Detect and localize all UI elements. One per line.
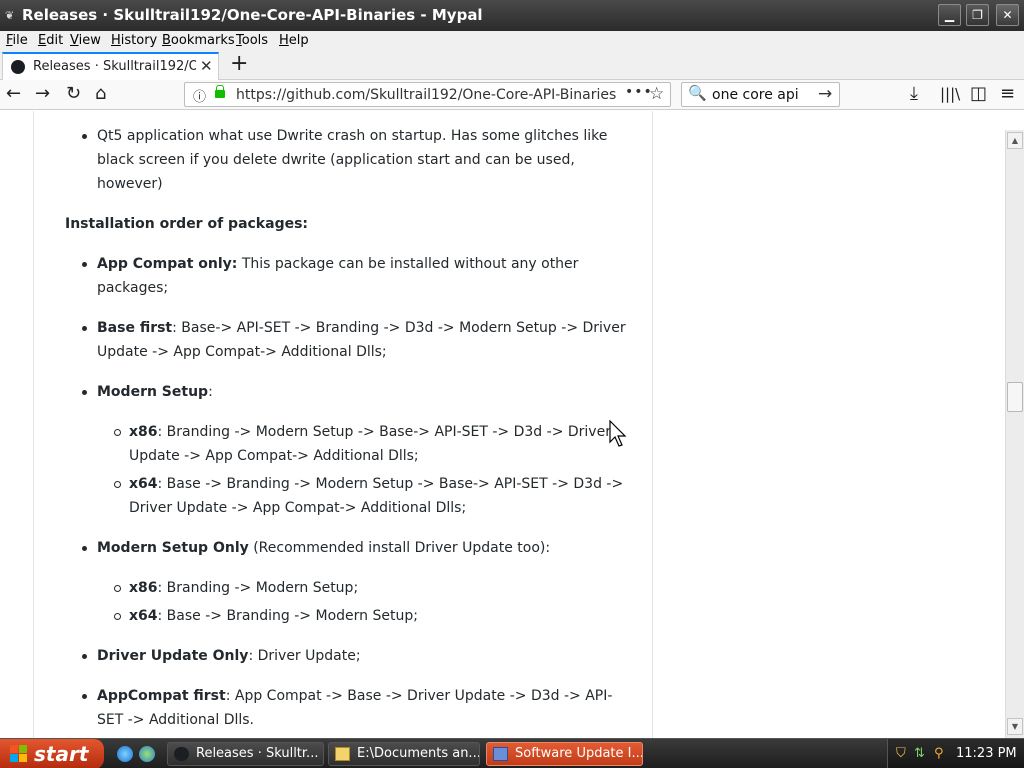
tab-releases[interactable]: Releases · Skulltrail192/One-Core-API-Bi… bbox=[2, 52, 219, 80]
github-icon bbox=[11, 60, 25, 74]
tab-title: Releases · Skulltrail192/One-Core-API-Bi… bbox=[33, 59, 196, 74]
mypal-task-icon bbox=[174, 747, 189, 761]
list-item: Qt5 application what use Dwrite crash on… bbox=[82, 124, 627, 196]
system-tray: ⛉ ⇅ ⚲ 11:23 PM bbox=[887, 739, 1024, 768]
task-software-update[interactable]: Software Update I... bbox=[486, 742, 643, 766]
clock: 11:23 PM bbox=[956, 746, 1017, 761]
content-border-left bbox=[33, 111, 34, 738]
url-bar[interactable]: ⓘ https://github.com/Skulltrail192/One-C… bbox=[184, 82, 671, 107]
vertical-scrollbar[interactable]: ▲ ▼ bbox=[1005, 130, 1024, 738]
lock-icon bbox=[215, 85, 225, 98]
content-border-right bbox=[652, 111, 653, 738]
page-content: Qt5 application what use Dwrite crash on… bbox=[0, 111, 1005, 738]
scrollbar-thumb[interactable] bbox=[1007, 382, 1023, 412]
sidebar-icon[interactable]: ◫ bbox=[970, 83, 987, 105]
reload-button[interactable]: ↻ bbox=[66, 83, 81, 105]
menu-file[interactable]: File bbox=[6, 33, 28, 48]
bookmark-star-icon[interactable]: ☆ bbox=[649, 84, 664, 104]
installation-order-heading: Installation order of packages: bbox=[65, 216, 309, 232]
library-icon[interactable]: |||\ bbox=[940, 83, 960, 105]
task-releases[interactable]: Releases · Skulltr... bbox=[167, 742, 324, 766]
sub-list-item: x86: Branding -> Modern Setup; bbox=[114, 576, 629, 600]
list-item: AppCompat first: App Compat -> Base -> D… bbox=[82, 684, 627, 732]
menu-tools[interactable]: Tools bbox=[236, 33, 268, 48]
scroll-down-arrow-icon[interactable]: ▼ bbox=[1007, 718, 1023, 735]
taskbar: start Releases · Skulltr... E:\Documents… bbox=[0, 738, 1024, 768]
menu-bar: File Edit View History Bookmarks Tools H… bbox=[0, 31, 1024, 51]
browser-quicklaunch-icon[interactable] bbox=[139, 746, 155, 762]
menu-help[interactable]: Help bbox=[279, 33, 309, 48]
menu-edit[interactable]: Edit bbox=[38, 33, 63, 48]
mouse-cursor-icon bbox=[609, 420, 627, 447]
list-item: Modern Setup Only (Recommended install D… bbox=[82, 536, 627, 560]
home-button[interactable]: ⌂ bbox=[95, 83, 106, 105]
list-item: Driver Update Only: Driver Update; bbox=[82, 644, 627, 668]
menu-history[interactable]: History bbox=[111, 33, 157, 48]
sub-list-item: x64: Base -> Branding -> Modern Setup; bbox=[114, 604, 629, 628]
folder-icon bbox=[335, 747, 350, 761]
search-go-arrow-icon[interactable]: → bbox=[818, 84, 832, 104]
forward-button[interactable]: → bbox=[35, 83, 50, 105]
list-item: Modern Setup: bbox=[82, 380, 627, 404]
close-tab-icon[interactable]: ✕ bbox=[200, 57, 213, 75]
update-tray-icon[interactable]: ⚲ bbox=[934, 746, 944, 761]
menu-view[interactable]: View bbox=[70, 33, 101, 48]
search-input[interactable]: one core api bbox=[712, 87, 799, 103]
start-button[interactable]: start bbox=[0, 739, 104, 768]
new-tab-button[interactable]: + bbox=[230, 52, 248, 76]
internet-explorer-icon[interactable] bbox=[117, 746, 133, 762]
list-item: Base first: Base-> API-SET -> Branding -… bbox=[82, 316, 627, 364]
search-bar[interactable]: 🔍 one core api → bbox=[681, 82, 840, 107]
software-update-icon bbox=[493, 747, 508, 761]
menu-hamburger-icon[interactable]: ≡ bbox=[1000, 83, 1015, 105]
sub-list-item: x64: Base -> Branding -> Modern Setup ->… bbox=[114, 472, 629, 520]
task-explorer[interactable]: E:\Documents an... bbox=[328, 742, 480, 766]
close-window-button[interactable]: ✕ bbox=[996, 4, 1019, 26]
scroll-up-arrow-icon[interactable]: ▲ bbox=[1007, 132, 1023, 149]
sub-list-item: x86: Branding -> Modern Setup -> Base-> … bbox=[114, 420, 629, 468]
window-titlebar[interactable]: ❦ Releases · Skulltrail192/One-Core-API-… bbox=[0, 0, 1024, 31]
list-item: App Compat only: This package can be ins… bbox=[82, 252, 627, 300]
mypal-app-icon: ❦ bbox=[5, 9, 15, 22]
window-title: Releases · Skulltrail192/One-Core-API-Bi… bbox=[22, 6, 483, 24]
menu-bookmarks[interactable]: Bookmarks bbox=[162, 33, 235, 48]
network-icon[interactable]: ⇅ bbox=[914, 746, 925, 761]
url-text[interactable]: https://github.com/Skulltrail192/One-Cor… bbox=[236, 87, 616, 103]
windows-flag-icon bbox=[10, 745, 28, 763]
downloads-icon[interactable]: ⤓ bbox=[910, 83, 918, 105]
navigation-toolbar: ← → ↻ ⌂ ⓘ https://github.com/Skulltrail1… bbox=[0, 80, 1024, 110]
tab-strip: Releases · Skulltrail192/One-Core-API-Bi… bbox=[0, 51, 1024, 80]
site-info-icon[interactable]: ⓘ bbox=[193, 86, 206, 105]
maximize-button[interactable]: ❐ bbox=[966, 4, 989, 26]
search-icon: 🔍 bbox=[688, 84, 707, 102]
security-shield-icon[interactable]: ⛉ bbox=[896, 746, 906, 761]
back-button[interactable]: ← bbox=[6, 83, 21, 105]
minimize-button[interactable]: ▁ bbox=[938, 4, 961, 26]
